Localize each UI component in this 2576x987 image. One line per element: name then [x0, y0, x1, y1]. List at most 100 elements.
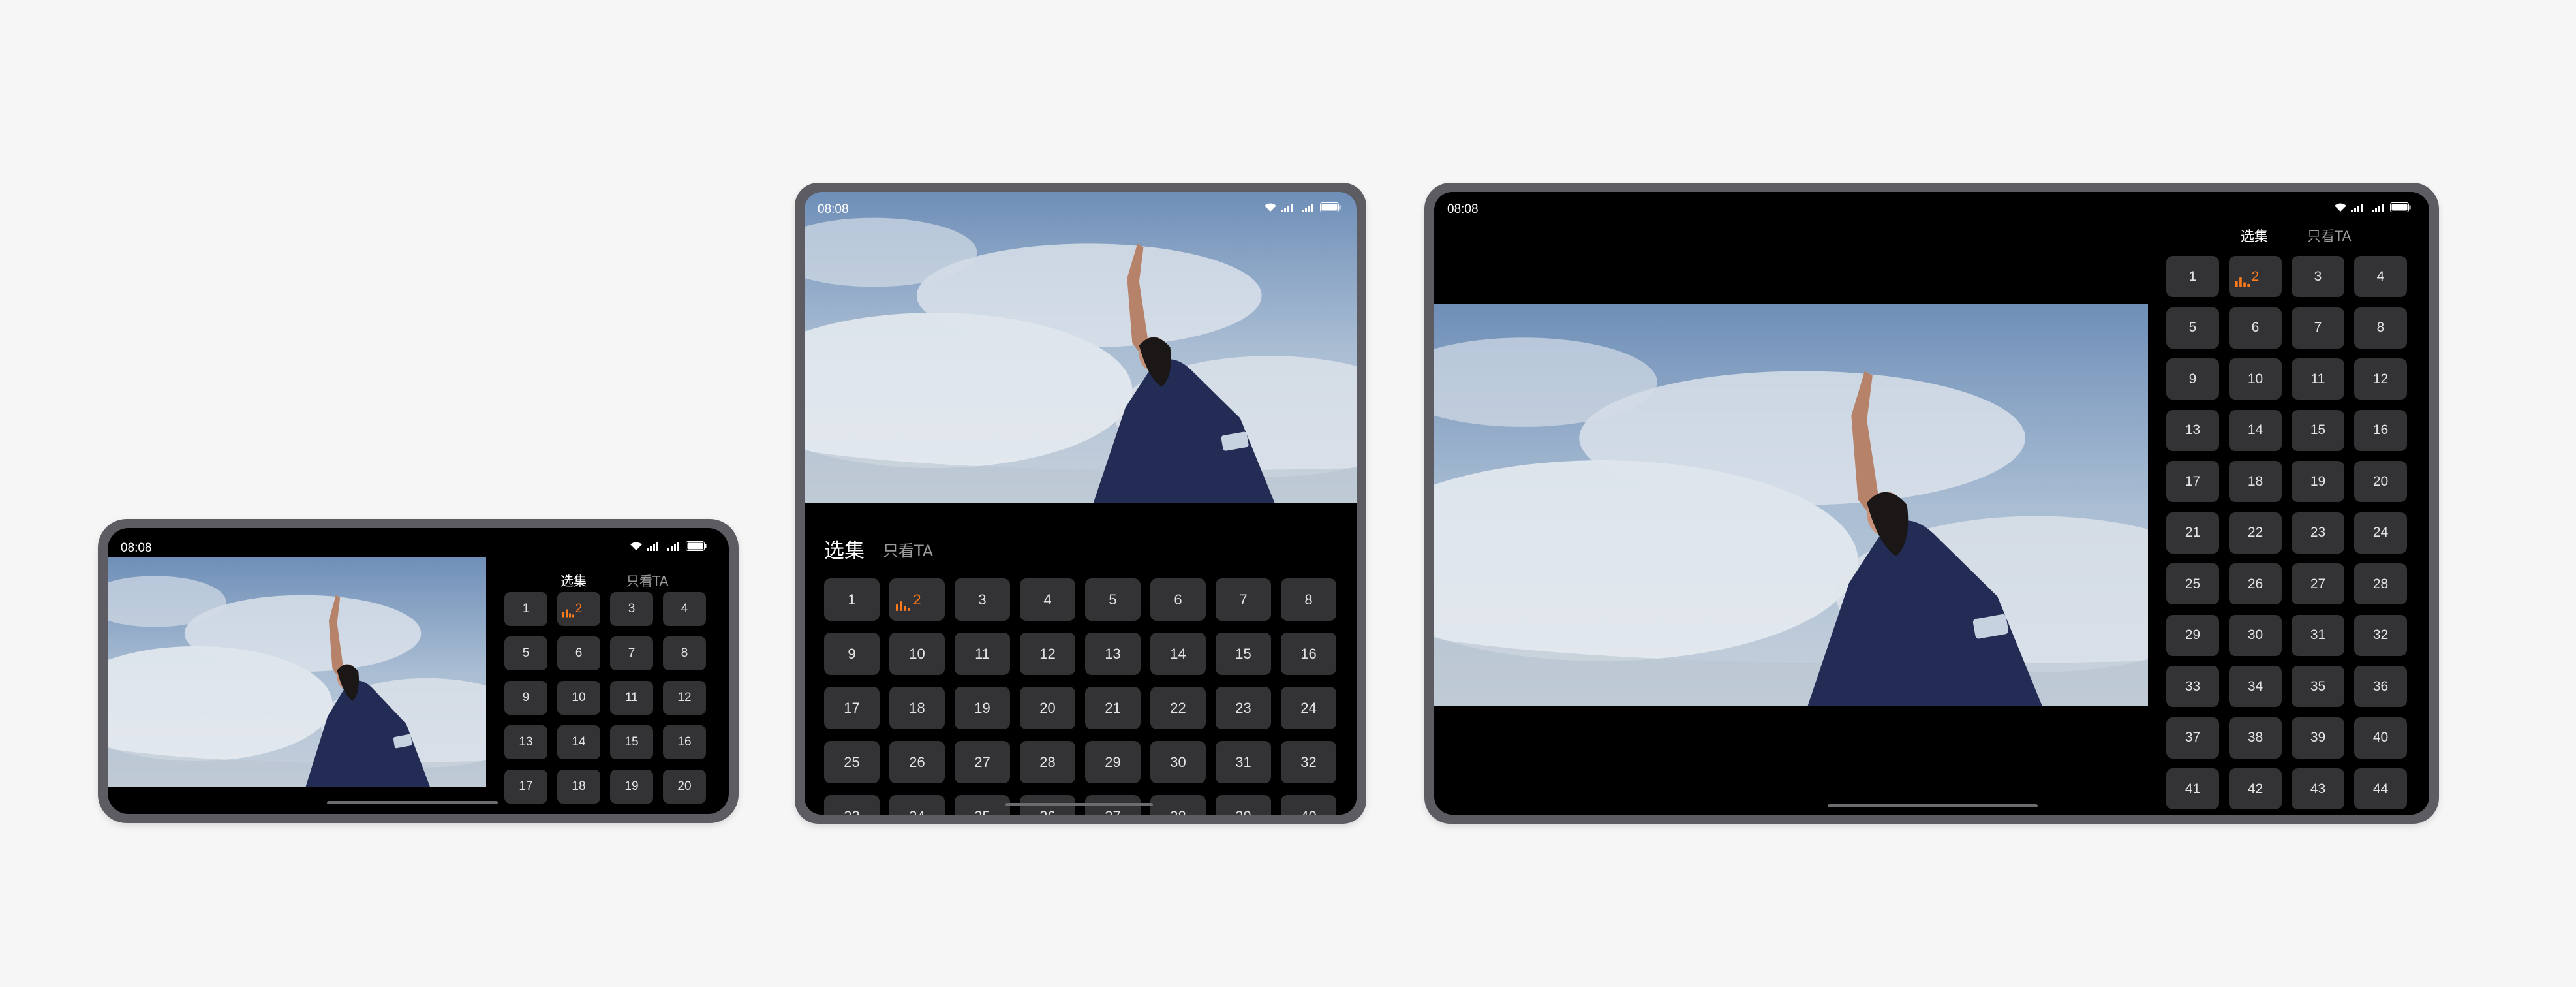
episode-26-button[interactable]: 26	[889, 741, 945, 783]
episode-15-button[interactable]: 15	[610, 725, 653, 759]
episode-37-button[interactable]: 37	[2166, 717, 2219, 759]
episode-30-button[interactable]: 30	[2229, 614, 2282, 656]
episode-25-button[interactable]: 25	[2166, 563, 2219, 604]
episode-18-button[interactable]: 18	[2229, 461, 2282, 502]
episode-3-button[interactable]: 3	[2292, 256, 2344, 297]
episode-7-button[interactable]: 7	[1216, 578, 1271, 621]
episode-21-button[interactable]: 21	[1085, 687, 1141, 729]
episode-17-button[interactable]: 17	[504, 770, 547, 804]
episode-29-button[interactable]: 29	[1085, 741, 1141, 783]
home-indicator[interactable]	[327, 801, 498, 804]
episode-4-button[interactable]: 4	[1020, 578, 1075, 621]
episode-20-button[interactable]: 20	[663, 770, 706, 804]
episode-5-button[interactable]: 5	[2166, 307, 2219, 349]
episode-15-button[interactable]: 15	[2292, 409, 2344, 451]
episode-43-button[interactable]: 43	[2292, 768, 2344, 809]
episode-19-button[interactable]: 19	[955, 687, 1010, 729]
episode-22-button[interactable]: 22	[1150, 687, 1206, 729]
episode-12-button[interactable]: 12	[2354, 358, 2407, 400]
episode-30-button[interactable]: 30	[1150, 741, 1206, 783]
episode-8-button[interactable]: 8	[1281, 578, 1336, 621]
episode-6-button[interactable]: 6	[1150, 578, 1206, 621]
episode-10-button[interactable]: 10	[889, 633, 945, 675]
episode-41-button[interactable]: 41	[2166, 768, 2219, 809]
episode-8-button[interactable]: 8	[2354, 307, 2407, 349]
episode-40-button[interactable]: 40	[1281, 795, 1336, 815]
episode-19-button[interactable]: 19	[2292, 461, 2344, 502]
episode-24-button[interactable]: 24	[1281, 687, 1336, 729]
episode-31-button[interactable]: 31	[2292, 614, 2344, 656]
episode-39-button[interactable]: 39	[2292, 717, 2344, 759]
episode-33-button[interactable]: 33	[2166, 666, 2219, 707]
episode-9-button[interactable]: 9	[2166, 358, 2219, 400]
episode-11-button[interactable]: 11	[610, 681, 653, 715]
episode-3-button[interactable]: 3	[610, 592, 653, 626]
episode-34-button[interactable]: 34	[889, 795, 945, 815]
episode-20-button[interactable]: 20	[2354, 461, 2407, 502]
episode-6-button[interactable]: 6	[557, 636, 600, 670]
episode-38-button[interactable]: 38	[1150, 795, 1206, 815]
episode-20-button[interactable]: 20	[1020, 687, 1075, 729]
episode-33-button[interactable]: 33	[824, 795, 880, 815]
episode-1-button[interactable]: 1	[504, 592, 547, 626]
episode-34-button[interactable]: 34	[2229, 666, 2282, 707]
episode-38-button[interactable]: 38	[2229, 717, 2282, 759]
episode-13-button[interactable]: 13	[504, 725, 547, 759]
episode-1-button[interactable]: 1	[2166, 256, 2219, 297]
episode-13-button[interactable]: 13	[1085, 633, 1141, 675]
episode-14-button[interactable]: 14	[1150, 633, 1206, 675]
episode-2-button[interactable]: 2	[557, 592, 600, 626]
episode-1-button[interactable]: 1	[824, 578, 880, 621]
episode-31-button[interactable]: 31	[1216, 741, 1271, 783]
episode-17-button[interactable]: 17	[824, 687, 880, 729]
home-indicator[interactable]	[1005, 803, 1153, 806]
episode-7-button[interactable]: 7	[2292, 307, 2344, 349]
home-indicator[interactable]	[1828, 804, 2038, 807]
episode-4-button[interactable]: 4	[663, 592, 706, 626]
episode-40-button[interactable]: 40	[2354, 717, 2407, 759]
episode-23-button[interactable]: 23	[2292, 512, 2344, 554]
episode-16-button[interactable]: 16	[2354, 409, 2407, 451]
episode-35-button[interactable]: 35	[955, 795, 1010, 815]
episode-39-button[interactable]: 39	[1216, 795, 1271, 815]
episode-9-button[interactable]: 9	[504, 681, 547, 715]
episode-17-button[interactable]: 17	[2166, 461, 2219, 502]
episode-21-button[interactable]: 21	[2166, 512, 2219, 554]
episode-23-button[interactable]: 23	[1216, 687, 1271, 729]
episode-5-button[interactable]: 5	[504, 636, 547, 670]
episode-7-button[interactable]: 7	[610, 636, 653, 670]
episode-10-button[interactable]: 10	[557, 681, 600, 715]
episode-16-button[interactable]: 16	[1281, 633, 1336, 675]
episode-13-button[interactable]: 13	[2166, 409, 2219, 451]
episode-2-button[interactable]: 2	[889, 578, 945, 621]
episode-29-button[interactable]: 29	[2166, 614, 2219, 656]
episode-12-button[interactable]: 12	[663, 681, 706, 715]
episode-18-button[interactable]: 18	[557, 770, 600, 804]
episode-25-button[interactable]: 25	[824, 741, 880, 783]
episode-10-button[interactable]: 10	[2229, 358, 2282, 400]
episode-14-button[interactable]: 14	[557, 725, 600, 759]
episode-18-button[interactable]: 18	[889, 687, 945, 729]
episode-27-button[interactable]: 27	[2292, 563, 2344, 604]
episode-8-button[interactable]: 8	[663, 636, 706, 670]
episode-3-button[interactable]: 3	[955, 578, 1010, 621]
episode-15-button[interactable]: 15	[1216, 633, 1271, 675]
episode-5-button[interactable]: 5	[1085, 578, 1141, 621]
episode-4-button[interactable]: 4	[2354, 256, 2407, 297]
episode-22-button[interactable]: 22	[2229, 512, 2282, 554]
episode-32-button[interactable]: 32	[2354, 614, 2407, 656]
episode-26-button[interactable]: 26	[2229, 563, 2282, 604]
episode-12-button[interactable]: 12	[1020, 633, 1075, 675]
episode-19-button[interactable]: 19	[610, 770, 653, 804]
episode-28-button[interactable]: 28	[2354, 563, 2407, 604]
episode-44-button[interactable]: 44	[2354, 768, 2407, 809]
episode-28-button[interactable]: 28	[1020, 741, 1075, 783]
episode-35-button[interactable]: 35	[2292, 666, 2344, 707]
episode-11-button[interactable]: 11	[955, 633, 1010, 675]
episode-36-button[interactable]: 36	[2354, 666, 2407, 707]
episode-24-button[interactable]: 24	[2354, 512, 2407, 554]
episode-2-button[interactable]: 2	[2229, 256, 2282, 297]
episode-11-button[interactable]: 11	[2292, 358, 2344, 400]
episode-6-button[interactable]: 6	[2229, 307, 2282, 349]
episode-9-button[interactable]: 9	[824, 633, 880, 675]
